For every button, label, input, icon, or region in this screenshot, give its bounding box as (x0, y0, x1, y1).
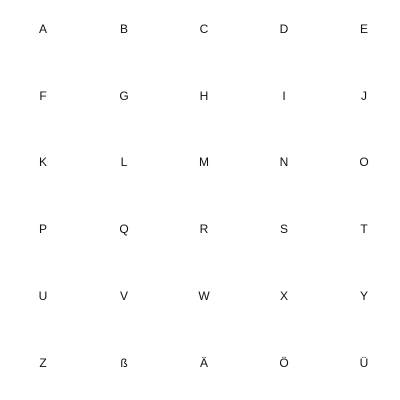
letter-key-3[interactable]: C (174, 9, 234, 49)
letter-key-6[interactable]: F (13, 76, 73, 116)
letter-key-9[interactable]: I (254, 76, 314, 116)
letter-key-18[interactable]: R (174, 209, 234, 249)
letter-key-21[interactable]: U (13, 276, 73, 316)
letter-key-23[interactable]: W (174, 276, 234, 316)
letter-key-4[interactable]: D (254, 9, 314, 49)
letter-key-24[interactable]: X (254, 276, 314, 316)
letter-key-10[interactable]: J (334, 76, 394, 116)
letter-key-14[interactable]: N (254, 142, 314, 182)
letter-key-30[interactable]: Ü (334, 343, 394, 383)
letter-key-7[interactable]: G (94, 76, 154, 116)
letter-key-27[interactable]: ß (94, 343, 154, 383)
letter-key-13[interactable]: M (174, 142, 234, 182)
letter-key-12[interactable]: L (94, 142, 154, 182)
letter-key-25[interactable]: Y (334, 276, 394, 316)
letter-key-11[interactable]: K (13, 142, 73, 182)
letter-key-26[interactable]: Z (13, 343, 73, 383)
letter-grid: ABCDE FGHIJ KLMNO PQRST UVWXY ZßÄÖÜ (0, 0, 400, 400)
letter-key-22[interactable]: V (94, 276, 154, 316)
letter-key-28[interactable]: Ä (174, 343, 234, 383)
letter-key-5[interactable]: E (334, 9, 394, 49)
letter-key-8[interactable]: H (174, 76, 234, 116)
letter-key-20[interactable]: T (334, 209, 394, 249)
letter-key-1[interactable]: A (13, 9, 73, 49)
letter-key-15[interactable]: O (334, 142, 394, 182)
letter-key-2[interactable]: B (94, 9, 154, 49)
letter-key-29[interactable]: Ö (254, 343, 314, 383)
letter-key-16[interactable]: P (13, 209, 73, 249)
letter-key-19[interactable]: S (254, 209, 314, 249)
letter-key-17[interactable]: Q (94, 209, 154, 249)
